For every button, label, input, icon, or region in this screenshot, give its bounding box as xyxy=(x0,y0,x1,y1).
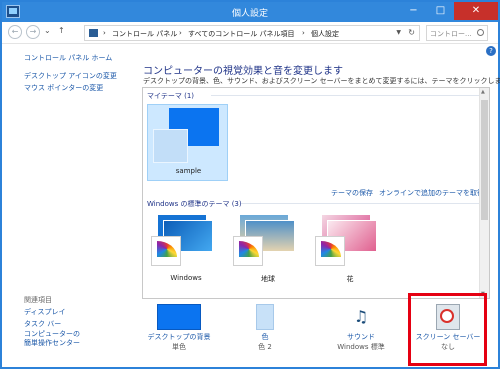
close-button[interactable]: ✕ xyxy=(454,2,498,20)
sidebar-change-mouse-pointer[interactable]: マウス ポインターの変更 xyxy=(24,82,117,94)
save-theme-link[interactable]: テーマの保存 xyxy=(331,188,373,198)
desktop-background-label: デスクトップの背景 xyxy=(147,333,211,341)
title-bar[interactable]: 個人設定 − □ ✕ xyxy=(2,2,498,22)
highlight-box xyxy=(408,293,487,366)
window: 個人設定 − □ ✕ ← → ⌄ ↑ › コントロール パネル › すべてのコン… xyxy=(0,0,500,369)
page-title: コンピューターの視覚効果と音を変更します xyxy=(143,66,343,77)
color-label: 色 xyxy=(261,333,269,341)
sidebar: コントロール パネル ホーム デスクトップ アイコンの変更 マウス ポインターの… xyxy=(24,52,117,94)
forward-button[interactable]: → xyxy=(26,25,40,39)
theme-thumbnail-window xyxy=(153,129,188,163)
chevron-down-icon[interactable]: ▼ xyxy=(396,29,401,36)
scrollbar-thumb[interactable] xyxy=(481,100,488,220)
page-description: デスクトップの背景、色、サウンド、およびスクリーン セーバーをまとめて変更するに… xyxy=(143,77,500,85)
theme-earth[interactable]: 地球 xyxy=(229,212,307,292)
theme-name: 花 xyxy=(346,275,354,283)
desktop-background-button[interactable]: デスクトップの背景 単色 xyxy=(142,302,216,352)
control-panel-icon xyxy=(89,29,98,37)
minimize-button[interactable]: − xyxy=(400,2,427,20)
scroll-up-icon[interactable]: ▲ xyxy=(481,89,485,95)
theme-list-scrollbar[interactable]: ▲ ▼ xyxy=(479,88,489,298)
search-icon[interactable] xyxy=(477,29,484,36)
group-divider xyxy=(211,95,479,96)
search-placeholder: コントロー... xyxy=(430,30,472,38)
theme-list[interactable]: マイテーマ (1) sample テーマの保存 オンラインで追加のテーマを取得 … xyxy=(142,87,490,299)
breadcrumb-separator: › xyxy=(103,29,106,37)
breadcrumb-all-items[interactable]: すべてのコントロール パネル項目 xyxy=(188,29,294,39)
group-divider xyxy=(241,203,479,204)
sound-value: Windows 標準 xyxy=(337,343,385,351)
recent-locations-button[interactable]: ⌄ xyxy=(44,26,51,35)
breadcrumb-personalization[interactable]: 個人設定 xyxy=(311,29,339,39)
sidebar-change-desktop-icons[interactable]: デスクトップ アイコンの変更 xyxy=(24,70,117,82)
sound-notes-icon: ♫ xyxy=(353,307,369,326)
address-bar[interactable]: › コントロール パネル › すべてのコントロール パネル項目 › 個人設定 ▼… xyxy=(84,25,420,41)
theme-name: sample xyxy=(175,167,202,175)
theme-name: Windows xyxy=(170,274,202,282)
desktop-background-value: 単色 xyxy=(172,343,186,351)
get-more-themes-link[interactable]: オンラインで追加のテーマを取得 xyxy=(379,188,484,198)
my-themes-header: マイテーマ (1) xyxy=(147,92,195,100)
color-button[interactable]: 色 色 2 xyxy=(228,302,302,352)
navigation-bar: ← → ⌄ ↑ › コントロール パネル › すべてのコントロール パネル項目 … xyxy=(2,22,498,44)
breadcrumb-control-panel[interactable]: コントロール パネル xyxy=(112,29,177,39)
color-palette-icon xyxy=(233,236,263,266)
color-palette-icon xyxy=(315,236,345,266)
breadcrumb-separator: › xyxy=(179,29,182,37)
color-value: 色 2 xyxy=(258,343,272,351)
theme-sample[interactable]: sample xyxy=(147,104,228,181)
theme-name: 地球 xyxy=(261,275,275,283)
breadcrumb-separator: › xyxy=(302,29,305,37)
theme-flowers[interactable]: 花 xyxy=(311,212,389,292)
up-button[interactable]: ↑ xyxy=(58,26,65,35)
maximize-button[interactable]: □ xyxy=(427,2,454,20)
sound-label: サウンド xyxy=(347,333,375,341)
search-input[interactable]: コントロー... xyxy=(426,25,488,41)
desktop-background-icon xyxy=(157,304,201,330)
back-button[interactable]: ← xyxy=(8,25,22,39)
color-palette-icon xyxy=(151,236,181,266)
color-icon xyxy=(256,304,274,330)
windows-themes-header: Windows の標準のテーマ (3) xyxy=(147,200,242,208)
help-icon[interactable]: ? xyxy=(486,46,496,56)
sound-button[interactable]: ♫ サウンド Windows 標準 xyxy=(324,302,398,352)
sidebar-control-panel-home[interactable]: コントロール パネル ホーム xyxy=(24,52,117,64)
refresh-icon[interactable]: ↻ xyxy=(408,28,415,37)
theme-windows[interactable]: Windows xyxy=(147,212,225,292)
